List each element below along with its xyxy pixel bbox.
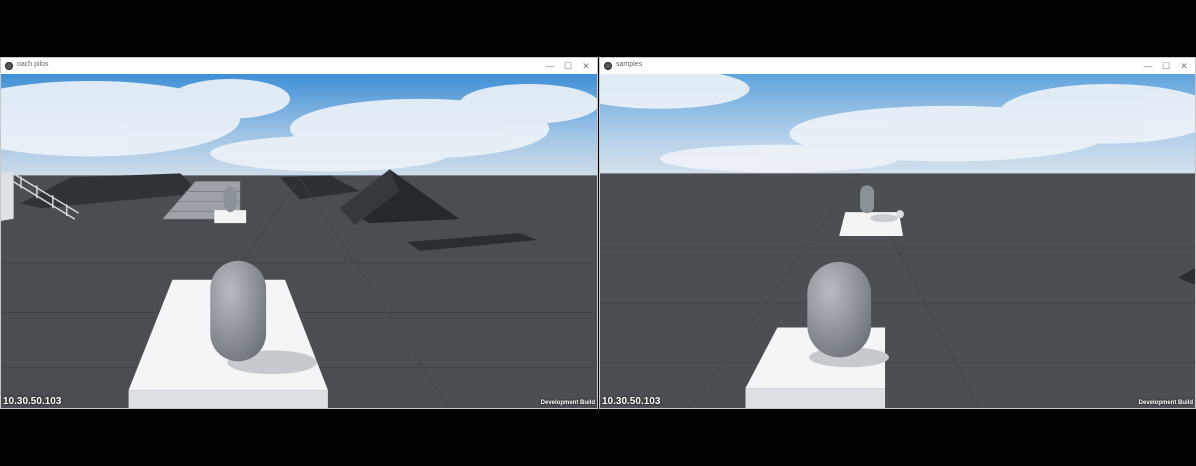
game-viewport[interactable] <box>600 74 1195 408</box>
ip-address-label: 10.30.50.103 <box>3 396 62 407</box>
player-capsule <box>807 261 872 358</box>
development-build-label: Development Build <box>1138 400 1193 406</box>
distant-capsule <box>223 186 238 213</box>
distant-capsule <box>860 185 875 214</box>
close-button[interactable]: ✕ <box>1177 59 1191 73</box>
unity-app-icon <box>5 62 13 70</box>
game-scene <box>1 74 597 408</box>
game-viewport[interactable] <box>1 74 597 408</box>
ground <box>600 173 1195 408</box>
unity-app-icon <box>604 62 612 70</box>
window-titlebar[interactable]: oach pilos — ☐ ✕ <box>1 58 597 74</box>
close-button[interactable]: ✕ <box>579 59 593 73</box>
minimize-button[interactable]: — <box>1141 59 1155 73</box>
game-window-left[interactable]: oach pilos — ☐ ✕ 10.30.50.103 Developmen… <box>0 57 598 409</box>
development-build-label: Development Build <box>540 400 595 406</box>
game-scene <box>600 74 1195 408</box>
minimize-button[interactable]: — <box>543 59 557 73</box>
window-title: oach pilos <box>17 61 49 68</box>
window-title: samples <box>616 61 643 68</box>
game-window-right[interactable]: samples — ☐ ✕ 10.30.50.103 Development B… <box>599 57 1196 409</box>
maximize-button[interactable]: ☐ <box>1159 59 1173 73</box>
ip-address-label: 10.30.50.103 <box>602 396 661 407</box>
distant-capsule-shadow <box>870 214 898 223</box>
maximize-button[interactable]: ☐ <box>561 59 575 73</box>
window-titlebar[interactable]: samples — ☐ ✕ <box>600 58 1195 74</box>
player-platform-front <box>745 388 886 408</box>
distant-ball <box>896 210 904 219</box>
player-platform-front <box>128 390 328 408</box>
player-capsule <box>210 260 267 362</box>
